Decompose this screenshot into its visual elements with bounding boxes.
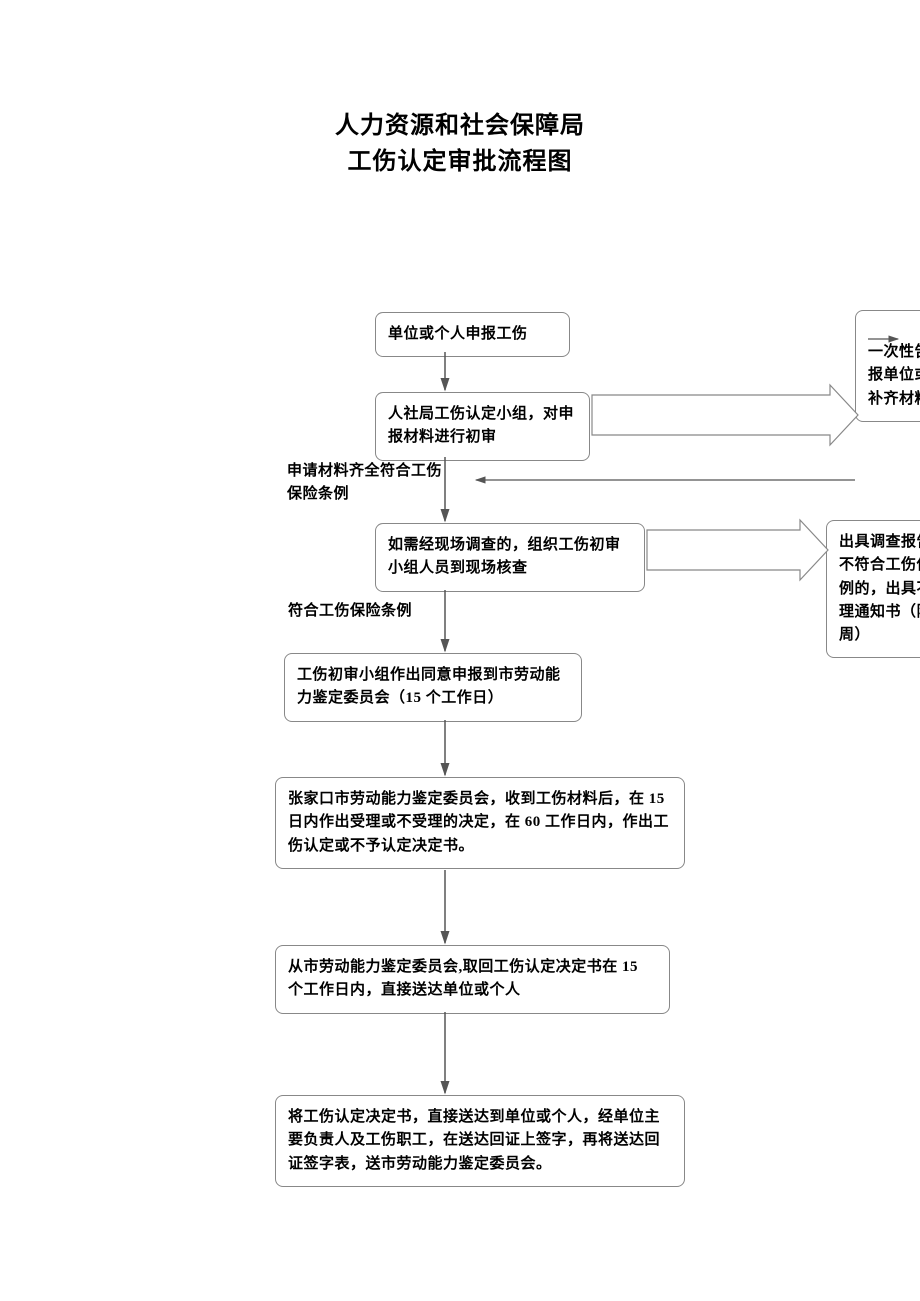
node-retrieve-deliver: 从市劳动能力鉴定委员会,取回工伤认定决定书在 15 个工作日内，直接送达单位或个… (275, 945, 670, 1014)
title-line-1: 人力资源和社会保障局 (0, 108, 920, 144)
node-agree-report-text: 工伤初审小组作出同意申报到市劳动能力鉴定委员会（15 个工作日） (297, 667, 561, 706)
node-supplement-materials-text: 一次性告知申报单位或个人补齐材料。 (868, 344, 920, 407)
node-apply: 单位或个人申报工伤 (375, 312, 570, 357)
node-sign-return-text: 将工伤认定决定书，直接送达到单位或个人，经单位主要负责人及工伤职工，在送达回证上… (288, 1109, 660, 1172)
edge-notconform-label: 不符合工伤保险条例 (662, 540, 832, 563)
node-reject-notice: 出具调查报告，对不符合工伤保险条例的，出具不予受理通知书（限时一周） (826, 520, 920, 658)
node-onsite-check-text: 如需经现场调查的，组织工伤初审小组人员到现场核查 (388, 537, 621, 576)
title-line-2: 工伤认定审批流程图 (0, 144, 920, 180)
node-committee-decision: 张家口市劳动能力鉴定委员会，收到工伤材料后，在 15 日内作出受理或不受理的决定… (275, 777, 685, 869)
node-onsite-check: 如需经现场调查的，组织工伤初审小组人员到现场核查 (375, 523, 645, 592)
node-apply-text: 单位或个人申报工伤 (388, 326, 528, 342)
node-retrieve-deliver-text: 从市劳动能力鉴定委员会,取回工伤认定决定书在 15 个工作日内，直接送达单位或个… (288, 959, 638, 998)
edge-conform-label: 符合工伤保险条例 (288, 600, 448, 623)
node-initial-review: 人社局工伤认定小组，对申报材料进行初审 (375, 392, 590, 461)
node-agree-report: 工伤初审小组作出同意申报到市劳动能力鉴定委员会（15 个工作日） (284, 653, 582, 722)
edge-complete-label: 申请材料齐全符合工伤保险条例 (287, 460, 447, 505)
edge-incomplete-label: 申报材料不齐全或不符合工伤保险条例的 (605, 395, 815, 440)
document-title: 人力资源和社会保障局 工伤认定审批流程图 (0, 0, 920, 180)
node-supplement-materials: 一次性告知申报单位或个人补齐材料。 (855, 310, 920, 422)
node-committee-decision-text: 张家口市劳动能力鉴定委员会，收到工伤材料后，在 15 日内作出受理或不受理的决定… (288, 791, 669, 854)
node-initial-review-text: 人社局工伤认定小组，对申报材料进行初审 (388, 406, 574, 445)
node-reject-notice-text: 出具调查报告，对不符合工伤保险条例的，出具不予受理通知书（限时一周） (839, 534, 920, 643)
node-sign-return: 将工伤认定决定书，直接送达到单位或个人，经单位主要负责人及工伤职工，在送达回证上… (275, 1095, 685, 1187)
